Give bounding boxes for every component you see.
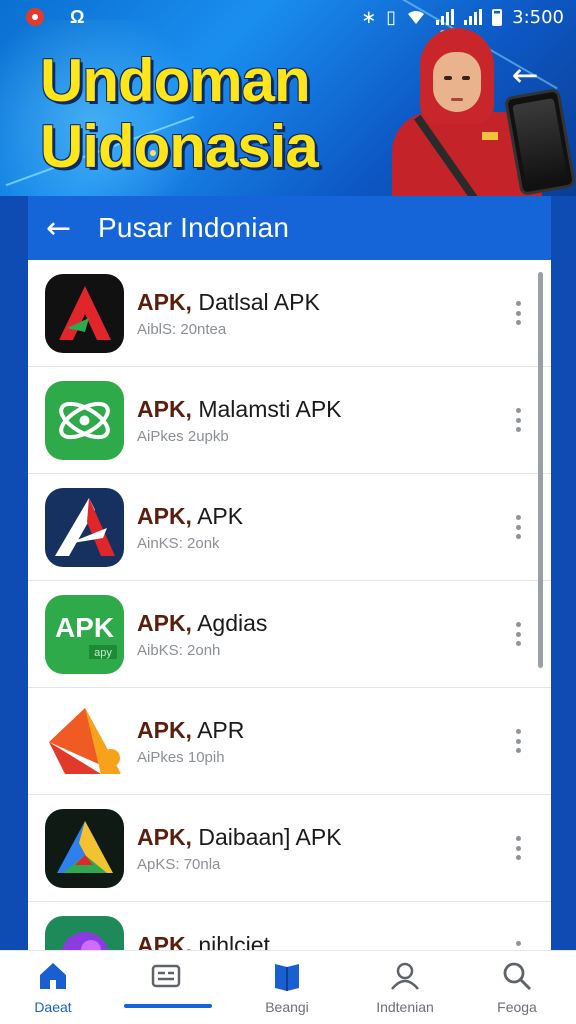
nav-label: Indtenian — [376, 999, 434, 1015]
apk-icon-subtext: apy — [94, 647, 112, 659]
more-options-icon[interactable] — [508, 298, 528, 328]
more-options-icon[interactable] — [508, 405, 528, 435]
side-panel-right — [551, 196, 576, 950]
signal-icon-2 — [464, 9, 483, 25]
more-options-icon[interactable] — [508, 938, 528, 950]
nav-label: Beangi — [265, 999, 309, 1015]
signal-icon — [436, 9, 455, 25]
navy-a-logo-icon — [45, 487, 124, 567]
purple-logo-icon — [45, 916, 124, 950]
nav-active-indicator — [124, 1004, 212, 1008]
user-icon — [391, 962, 419, 990]
red-a-logo-icon — [45, 273, 124, 353]
app-name: APK, Datlsal APK — [137, 288, 320, 315]
banner-headline-line1: Undoman — [40, 47, 311, 114]
app-name: APK, APR — [137, 716, 245, 743]
app-name: APK, Malamsti APK — [137, 395, 342, 422]
list-item[interactable]: APK apy APK, Agdias AibKS: 2onh — [28, 581, 551, 688]
green-atom-logo-icon — [45, 380, 124, 460]
list-item[interactable]: APK, Datlsal APK AiblS: 20ntea — [28, 260, 551, 367]
banner-back-arrow-icon[interactable]: ← — [508, 58, 542, 92]
app-bar: ← Pusar Indonian — [28, 196, 551, 260]
gradient-a-logo-icon — [45, 808, 124, 888]
more-options-icon[interactable] — [508, 726, 528, 756]
green-apk-logo-icon: APK apy — [45, 594, 124, 674]
app-name: APK, Agdias — [137, 609, 268, 636]
app-list[interactable]: APK, Datlsal APK AiblS: 20ntea APK, Mala… — [28, 260, 551, 950]
nav-item-search[interactable]: Feoga — [462, 959, 572, 1015]
notification-icon — [26, 8, 44, 26]
more-options-icon[interactable] — [508, 619, 528, 649]
app-meta: AibKS: 2onh — [137, 641, 221, 659]
list-item[interactable]: APK, Daibaan] APK ApKS: 70nla — [28, 795, 551, 902]
battery-icon — [492, 8, 503, 26]
orange-triangle-logo-icon — [45, 701, 124, 781]
nav-item-profile[interactable]: Indtenian — [350, 959, 460, 1015]
app-name: APK, nihlciet — [137, 932, 270, 950]
carrier-icon: Ω — [70, 6, 85, 27]
card-icon — [151, 964, 181, 988]
side-panel-left — [0, 196, 28, 950]
back-arrow-icon[interactable]: ← — [46, 211, 76, 246]
status-bar: Ω ∗ ▯ 3:500 — [0, 0, 576, 34]
scrollbar[interactable] — [538, 272, 543, 668]
wifi-icon — [408, 10, 425, 24]
banner-headline-line2: Uidonasia — [40, 113, 319, 180]
app-meta: AiPkes 2upkb — [137, 427, 229, 445]
list-item[interactable]: APK, APR AiPkes 10pih — [28, 688, 551, 795]
list-item[interactable]: APK, Malamsti APK AiPkes 2upkb — [28, 367, 551, 474]
bottom-navigation: Daeat Beangi Indtenian Feoga — [0, 950, 576, 1024]
apk-icon-text: APK — [55, 612, 114, 643]
list-item[interactable]: APK, nihlciet — [28, 902, 551, 950]
page-title: Pusar Indonian — [98, 212, 290, 243]
nav-item-card[interactable] — [111, 959, 221, 999]
status-time: 3:500 — [512, 6, 564, 28]
more-options-icon[interactable] — [508, 833, 528, 863]
book-icon — [275, 964, 299, 991]
more-options-icon[interactable] — [508, 512, 528, 542]
nav-item-home[interactable]: Daeat — [0, 959, 108, 1015]
app-meta: AinKS: 2onk — [137, 534, 220, 552]
nav-label: Daeat — [34, 999, 72, 1015]
nav-label: Feoga — [497, 999, 537, 1015]
app-name: APK, Daibaan] APK — [137, 823, 342, 850]
list-item[interactable]: APK, APK AinKS: 2onk — [28, 474, 551, 581]
bluetooth-icon: ∗ — [361, 6, 377, 28]
vibrate-icon: ▯ — [386, 6, 397, 28]
app-name: APK, APK — [137, 502, 244, 529]
app-meta: AiPkes 10pih — [137, 748, 225, 766]
search-icon — [503, 962, 532, 991]
app-meta: ApKS: 70nla — [137, 855, 221, 873]
nav-item-book[interactable]: Beangi — [232, 959, 342, 1015]
home-icon — [40, 963, 66, 989]
app-meta: AiblS: 20ntea — [137, 320, 227, 338]
